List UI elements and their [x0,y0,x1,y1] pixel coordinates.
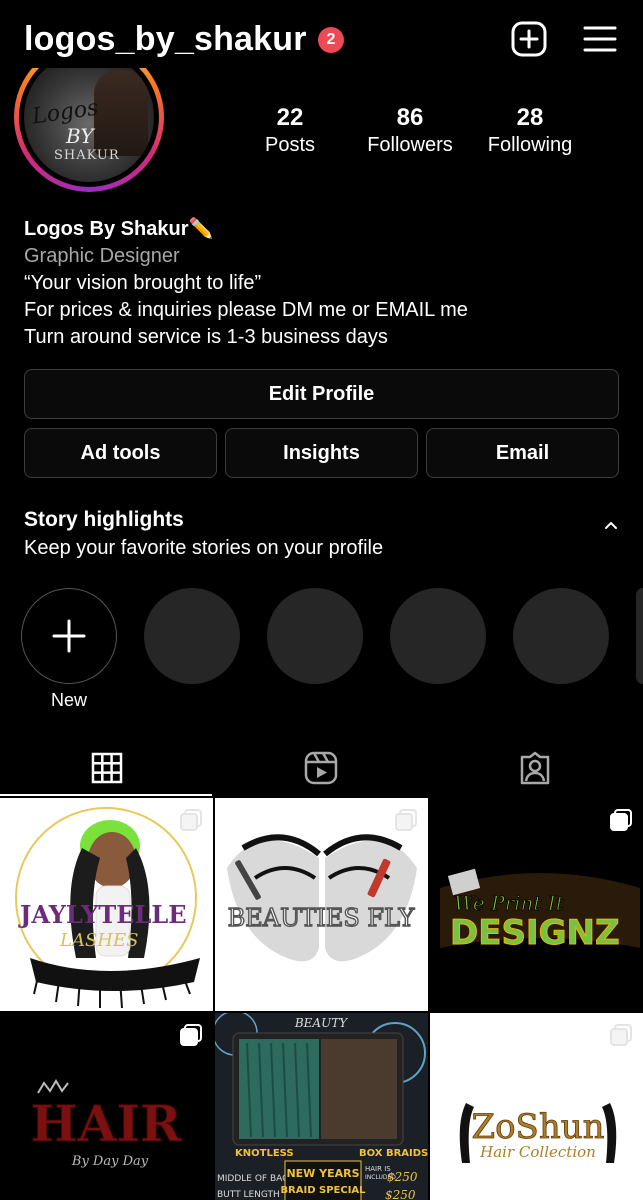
post-subtitle: By Day Day [71,1154,149,1169]
tab-tagged[interactable] [428,740,642,796]
multi-post-icon [180,809,202,831]
profile-tabs [0,740,643,796]
stat-followers-label: Followers [367,134,453,156]
post-title: HAIR [31,1094,182,1153]
post-image-braid-special: BEAUTY KNOTLESS BOX BRAIDS MIDDLE OF BAC… [215,1013,428,1200]
avatar-logo-by: BY [66,124,94,148]
highlight-placeholder [513,588,609,684]
post-length-2: BUTT LENGTH [217,1190,280,1200]
highlight-placeholder [144,588,240,684]
plus-square-icon [511,21,547,57]
menu-button[interactable] [581,20,619,58]
highlights-subtitle: Keep your favorite stories on your profi… [24,537,384,559]
new-highlight-label: New [50,690,87,710]
stat-posts-value: 22 [276,104,304,131]
bio-line: “Your vision brought to life” [24,272,262,294]
post-thumbnail[interactable]: We Print It DESIGNZ [430,798,643,1011]
post-thumbnail[interactable]: ZoShun Hair Collection [430,1013,643,1200]
insights-button[interactable]: Insights [225,428,418,478]
post-price-1: $250 [387,1170,418,1184]
avatar-logo-name: SHAKUR [54,148,120,163]
multi-post-icon [610,809,632,831]
bio-line: Turn around service is 1-3 business days [24,326,388,348]
post-promo-1: NEW YEARS [286,1167,359,1180]
post-title: JAYLYTELLE [18,900,187,929]
stat-followers-value: 86 [396,104,424,131]
post-thumbnail[interactable]: BEAUTIES FLY [215,798,428,1011]
post-thumbnail[interactable]: BEAUTY KNOTLESS BOX BRAIDS MIDDLE OF BAC… [215,1013,428,1200]
post-title: BEAUTIES FLY [228,904,416,932]
multi-post-icon [395,809,417,831]
multi-post-icon [610,1024,632,1046]
post-label-right: BOX BRAIDS [359,1148,428,1159]
hamburger-menu-icon [583,26,617,52]
stat-following[interactable]: 28 Following [470,104,590,157]
plus-icon [52,619,86,653]
tab-posts-grid[interactable] [0,740,214,796]
post-price-2: $250 [385,1188,416,1200]
post-title: ZoShun [471,1107,604,1147]
avatar-person-figure [94,70,148,156]
post-length-1: MIDDLE OF BACK [217,1174,295,1184]
profile-avatar[interactable]: Logos BY SHAKUR [14,68,164,194]
post-thumbnail[interactable]: JAYLYTELLE LASHES [0,798,213,1011]
ad-tools-button[interactable]: Ad tools [24,428,217,478]
notification-badge[interactable]: 2 [318,27,344,53]
stat-following-value: 28 [516,104,544,131]
active-tab-indicator [0,794,212,796]
new-highlight-button[interactable] [21,588,117,684]
highlight-placeholder [267,588,363,684]
edit-profile-button[interactable]: Edit Profile [24,369,619,419]
post-label-left: KNOTLESS [235,1148,294,1159]
post-subtitle: LASHES [59,930,138,951]
stat-following-label: Following [487,134,573,156]
highlight-placeholder [390,588,486,684]
bio-line: For prices & inquiries please DM me or E… [24,299,468,321]
post-title-bottom: DESIGNZ [450,913,620,953]
post-title-top: We Print It [454,891,565,915]
post-top-text: BEAUTY [294,1016,348,1030]
chevron-up-icon [605,522,617,529]
post-subtitle: Hair Collection [479,1143,596,1161]
category-label: Graphic Designer [24,245,180,267]
username[interactable]: logos_by_shakur [24,20,307,59]
tab-reels[interactable] [214,740,428,796]
post-thumbnail[interactable]: HAIR By Day Day [0,1013,213,1200]
collapse-highlights-button[interactable] [603,518,619,536]
reels-icon [304,751,338,785]
post-promo-2: BRAID SPECIAL [280,1185,366,1196]
highlight-placeholder [636,588,643,684]
display-name: Logos By Shakur✏️ [24,218,214,240]
tagged-icon [520,751,550,785]
highlights-title: Story highlights [24,508,184,531]
stat-posts[interactable]: 22 Posts [230,104,350,157]
multi-post-icon [180,1024,202,1046]
grid-icon [91,752,123,784]
stat-followers[interactable]: 86 Followers [350,104,470,157]
create-post-button[interactable] [510,20,548,58]
profile-bio: Logos By Shakur✏️ Graphic Designer “Your… [24,216,624,351]
stat-posts-label: Posts [264,134,316,156]
email-button[interactable]: Email [426,428,619,478]
